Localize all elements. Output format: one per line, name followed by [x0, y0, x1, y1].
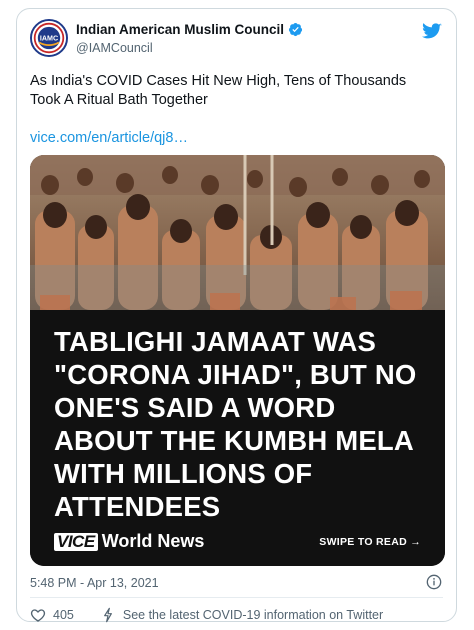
twitter-bird-icon[interactable] [422, 23, 442, 40]
swipe-to-read[interactable]: SWIPE TO READ → [319, 536, 421, 548]
author-name[interactable]: Indian American Muslim Council [76, 22, 284, 37]
media-headline: TABLIGHI JAMAAT WAS "CORONA JIHAD", BUT … [54, 326, 417, 522]
vice-headline-panel: TABLIGHI JAMAAT WAS "CORONA JIHAD", BUT … [30, 310, 445, 566]
tweet-timestamp[interactable]: 5:48 PM - Apr 13, 2021 [30, 576, 159, 590]
covid-info-link[interactable]: See the latest COVID-19 information on T… [123, 608, 383, 622]
avatar-text: IAMC [40, 35, 58, 43]
author-block[interactable]: Indian American Muslim Council @IAMCounc… [76, 22, 303, 55]
article-link[interactable]: vice.com/en/article/qj8… [30, 130, 188, 146]
vice-section-name: World News [101, 531, 205, 551]
info-icon[interactable] [426, 574, 442, 590]
tweet-header: IAMC Indian American Muslim Council @IAM… [30, 19, 444, 61]
ritual-bath-photo [30, 155, 445, 310]
iamc-logo: IAMC [32, 21, 66, 55]
verified-badge-icon [288, 22, 303, 37]
tweet-actions: 405 See the latest COVID-19 information … [30, 605, 383, 625]
heart-icon[interactable] [30, 607, 46, 623]
media-card[interactable]: TABLIGHI JAMAAT WAS "CORONA JIHAD", BUT … [30, 155, 445, 566]
vice-logo: VICE [54, 532, 98, 551]
avatar[interactable]: IAMC [30, 19, 68, 57]
tweet-card: IAMC Indian American Muslim Council @IAM… [16, 8, 457, 625]
like-count[interactable]: 405 [53, 608, 74, 622]
author-handle[interactable]: @IAMCouncil [76, 41, 303, 55]
vice-brand: VICE World News [54, 531, 204, 552]
lightning-bolt-icon [103, 607, 112, 623]
tweet-text: As India's COVID Cases Hit New High, Ten… [30, 73, 407, 108]
divider [30, 597, 443, 598]
